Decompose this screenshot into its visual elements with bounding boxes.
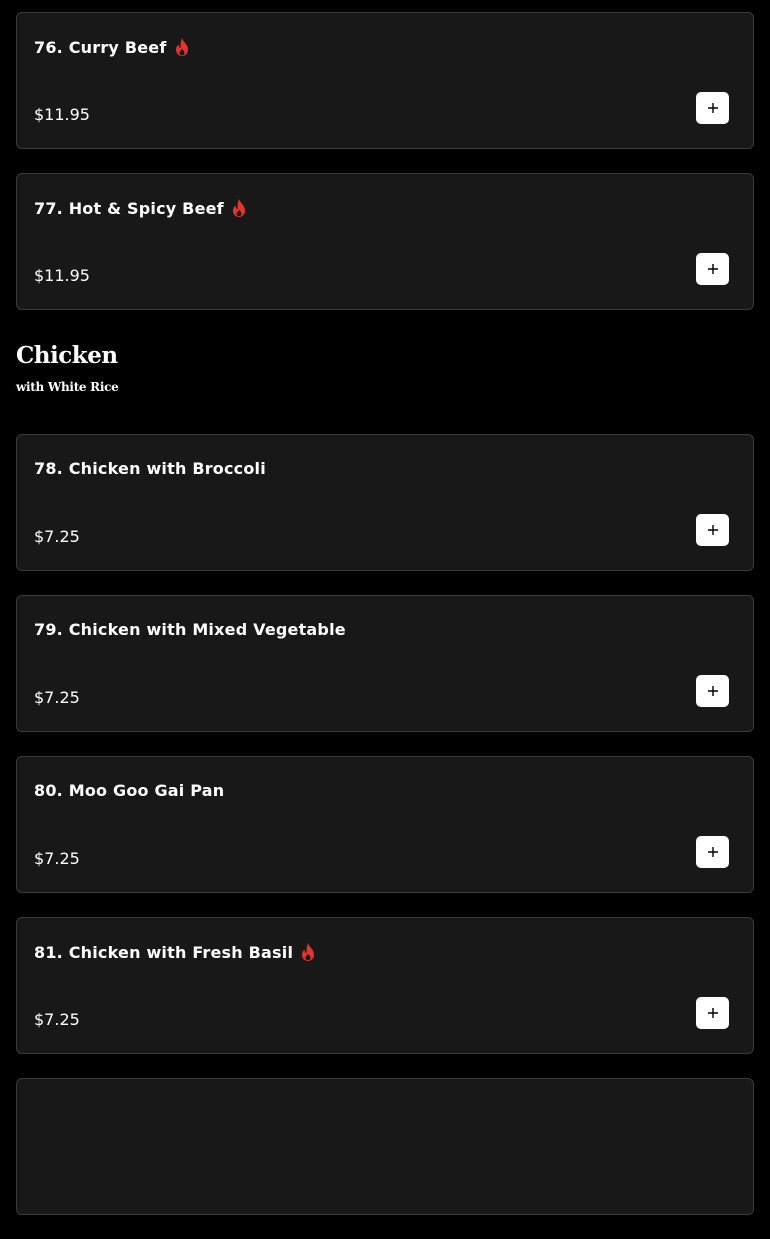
menu-item-card[interactable]: 80. Moo Goo Gai Pan $7.25 [16, 756, 754, 893]
menu-item-card[interactable]: 79. Chicken with Mixed Vegetable $7.25 [16, 595, 754, 732]
menu-item-card[interactable] [16, 1078, 754, 1215]
flame-icon [302, 943, 315, 961]
menu-item-card[interactable]: 77. Hot & Spicy Beef $11.95 [16, 173, 754, 310]
menu-item-name: 81. Chicken with Fresh Basil [34, 942, 316, 962]
menu-item-price: $7.25 [34, 1010, 80, 1029]
menu-item-card[interactable]: 76. Curry Beef $11.95 [16, 12, 754, 149]
menu-page: 76. Curry Beef $11.95 77. Hot & Spicy Be… [16, 12, 754, 1239]
add-item-button[interactable] [696, 253, 729, 285]
add-item-button[interactable] [696, 997, 729, 1029]
menu-item-price: $7.25 [34, 688, 80, 707]
flame-icon [175, 38, 188, 56]
menu-item-name: 77. Hot & Spicy Beef [34, 198, 247, 218]
menu-item-name: 78. Chicken with Broccoli [34, 459, 266, 478]
plus-icon [707, 264, 718, 274]
add-item-button[interactable] [696, 514, 729, 546]
menu-item-price: $11.95 [34, 266, 90, 285]
flame-icon [232, 199, 245, 217]
section-header-chicken: Chicken with White Rice [16, 334, 754, 410]
add-item-button[interactable] [696, 675, 729, 707]
menu-item-name: 79. Chicken with Mixed Vegetable [34, 620, 346, 639]
plus-icon [707, 1008, 718, 1018]
plus-icon [707, 847, 718, 857]
menu-item-price: $7.25 [34, 527, 80, 546]
menu-item-card[interactable]: 81. Chicken with Fresh Basil $7.25 [16, 917, 754, 1054]
menu-item-card[interactable]: 78. Chicken with Broccoli $7.25 [16, 434, 754, 571]
menu-item-price: $7.25 [34, 849, 80, 868]
section-title: Chicken [16, 342, 118, 369]
section-subtitle: with White Rice [16, 380, 119, 394]
plus-icon [707, 103, 718, 113]
menu-item-price: $11.95 [34, 105, 90, 124]
menu-item-name: 76. Curry Beef [34, 37, 190, 57]
add-item-button[interactable] [696, 92, 729, 124]
menu-item-name: 80. Moo Goo Gai Pan [34, 781, 225, 800]
add-item-button[interactable] [696, 836, 729, 868]
plus-icon [707, 686, 718, 696]
plus-icon [707, 525, 718, 535]
